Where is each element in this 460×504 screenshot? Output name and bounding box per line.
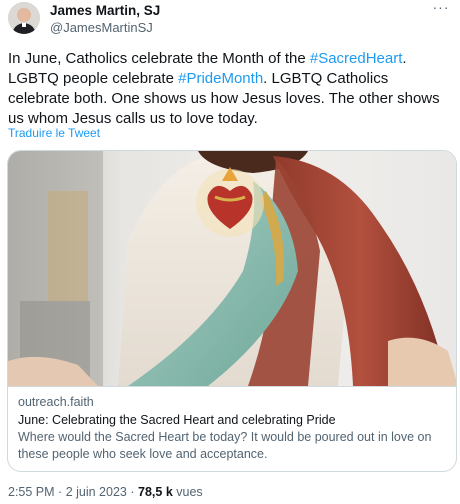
author-info: James Martin, SJ @JamesMartinSJ: [50, 3, 160, 36]
tweet-time[interactable]: 2:55 PM: [8, 485, 55, 499]
translate-tweet-link[interactable]: Traduire le Tweet: [8, 126, 100, 140]
tweet-text-segment: In June, Catholics celebrate the Month o…: [8, 50, 310, 67]
tweet-date[interactable]: 2 juin 2023: [66, 485, 127, 499]
card-description: Where would the Sacred Heart be today? I…: [18, 430, 432, 461]
meta-separator: ·: [58, 485, 63, 499]
hashtag-sacred-heart[interactable]: #SacredHeart: [310, 50, 403, 67]
tweet-header: James Martin, SJ @JamesMartinSJ ···: [8, 0, 452, 36]
views-label: vues: [176, 485, 203, 499]
tweet-text: In June, Catholics celebrate the Month o…: [8, 49, 454, 129]
hashtag-pride-month[interactable]: #PrideMonth: [178, 70, 263, 87]
sacred-heart-statue-image: [8, 151, 456, 386]
card-title: June: Celebrating the Sacred Heart and c…: [18, 413, 336, 427]
tweet-meta: 2:55 PM · 2 juin 2023 · 78,5 k vues: [8, 485, 203, 500]
link-card[interactable]: outreach.faith June: Celebrating the Sac…: [7, 150, 457, 472]
card-domain: outreach.faith: [18, 395, 94, 409]
meta-separator: ·: [130, 485, 135, 499]
author-handle[interactable]: @JamesMartinSJ: [50, 20, 160, 36]
author-name[interactable]: James Martin, SJ: [50, 3, 160, 19]
card-body[interactable]: outreach.faith June: Celebrating the Sac…: [8, 386, 456, 471]
avatar[interactable]: [8, 2, 40, 34]
card-image[interactable]: [8, 151, 456, 386]
avatar-image: [8, 2, 40, 34]
more-options-icon[interactable]: ···: [430, 0, 452, 20]
views-count[interactable]: 78,5 k: [138, 485, 173, 499]
